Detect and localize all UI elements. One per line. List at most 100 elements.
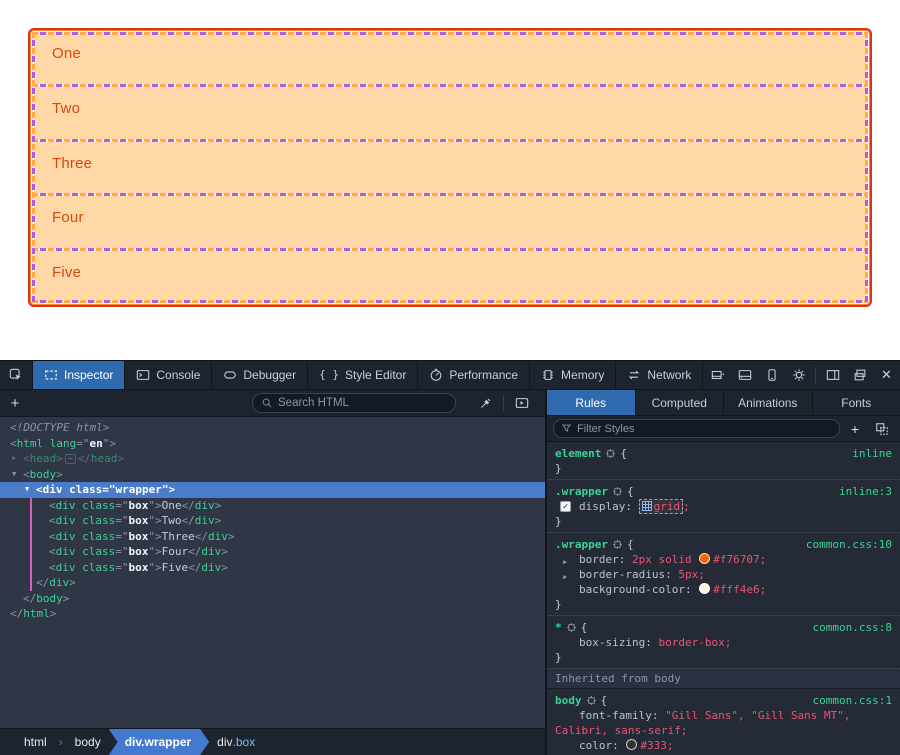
rule-source-link[interactable]: common.css:10	[806, 537, 892, 552]
css-declaration[interactable]: ▶border: 2px solid #f76707;	[555, 552, 892, 567]
separate-window-button[interactable]	[846, 361, 873, 389]
debugger-icon	[223, 368, 237, 382]
selector-target-icon[interactable]	[605, 448, 616, 459]
split-console-button[interactable]	[731, 361, 758, 389]
rule-source-link[interactable]: common.css:1	[813, 693, 892, 708]
rule-selector[interactable]: .wrapper	[555, 537, 608, 552]
box-element: Three	[32, 142, 868, 194]
rules-view[interactable]: element{inline}.wrapper{inline:3✓display…	[547, 442, 900, 755]
css-declaration[interactable]: ✓display: grid;	[555, 499, 892, 514]
collapsed-ellipsis-icon[interactable]: ⋯	[65, 454, 76, 464]
rule-selector[interactable]: .wrapper	[555, 484, 608, 499]
wrapper-element: OneTwoThreeFourFive	[28, 28, 872, 307]
sidebar-tab-animations[interactable]: Animations	[724, 390, 813, 415]
paint-flashing-button[interactable]	[507, 396, 537, 410]
gear-icon	[792, 368, 806, 382]
dock-side-button[interactable]	[819, 361, 846, 389]
breadcrumb-item-div-wrapper[interactable]: div.wrapper	[109, 729, 209, 755]
selector-target-icon[interactable]	[566, 622, 577, 633]
grid-rows: OneTwoThreeFourFive	[32, 32, 868, 303]
markup-line[interactable]: <!DOCTYPE html>	[0, 420, 545, 436]
rule-selector[interactable]: element	[555, 446, 601, 461]
rule-source-link[interactable]: inline:3	[839, 484, 892, 499]
responsive-design-mode-icon	[765, 368, 779, 382]
class-panel-button[interactable]	[870, 422, 894, 436]
dock-options-button[interactable]	[704, 361, 731, 389]
inspector-icon	[44, 368, 58, 382]
tab-network[interactable]: Network	[616, 361, 703, 389]
search-input[interactable]	[278, 397, 447, 409]
tab-performance[interactable]: Performance	[418, 361, 530, 389]
color-swatch[interactable]	[626, 739, 637, 750]
css-declaration[interactable]: color: #333;	[555, 738, 892, 753]
expander-icon[interactable]: ▶	[12, 451, 16, 467]
search-icon	[261, 397, 273, 409]
expander-icon[interactable]: ▼	[25, 482, 29, 498]
markup-line[interactable]: ▶<head>⋯</head>	[0, 451, 545, 467]
color-swatch[interactable]	[699, 583, 710, 594]
markup-line[interactable]: ▼<body>	[0, 467, 545, 483]
sidebar-tab-computed[interactable]: Computed	[636, 390, 725, 415]
rule-source-link[interactable]: inline	[852, 446, 892, 461]
tab-memory[interactable]: Memory	[530, 361, 616, 389]
search-html-box[interactable]	[252, 393, 456, 413]
add-node-button[interactable]: +	[0, 395, 30, 412]
box-label: Three	[52, 155, 92, 172]
box-label: One	[52, 45, 81, 62]
grid-value-icon[interactable]	[642, 501, 652, 511]
devtools-tabbar: InspectorConsoleDebugger{ }Style EditorP…	[0, 361, 900, 390]
markup-line[interactable]: </body>	[0, 591, 545, 607]
color-swatch[interactable]	[699, 553, 710, 564]
selector-target-icon[interactable]	[586, 695, 597, 706]
filter-row: +	[547, 416, 900, 442]
tab-debugger[interactable]: Debugger	[212, 361, 308, 389]
filter-styles-box[interactable]	[553, 419, 840, 438]
sidebar-tab-fonts[interactable]: Fonts	[813, 390, 900, 415]
markup-line[interactable]: ▼<div class="wrapper">	[0, 482, 545, 498]
filter-styles-input[interactable]	[577, 423, 832, 435]
devtools-panel: InspectorConsoleDebugger{ }Style EditorP…	[0, 360, 900, 753]
markup-line[interactable]: <div class="box">Three</div>	[0, 529, 545, 545]
css-rule: body{common.css:1font-family: "Gill Sans…	[547, 689, 900, 755]
markup-line[interactable]: <div class="box">Two</div>	[0, 513, 545, 529]
markup-view[interactable]: <!DOCTYPE html><html lang="en">▶<head>⋯<…	[0, 417, 545, 728]
inspector-left-pane: + <!DOCTYPE html><html lang="en">▶<head>…	[0, 390, 547, 755]
sidebar-tab-rules[interactable]: Rules	[547, 390, 636, 415]
rule-source-link[interactable]: common.css:8	[813, 620, 892, 635]
markup-line[interactable]: <html lang="en">	[0, 436, 545, 452]
memory-icon	[541, 368, 555, 382]
breadcrumb-item-html[interactable]: html	[14, 729, 57, 755]
tab-console[interactable]: Console	[125, 361, 212, 389]
inherited-from-header: Inherited from body	[547, 669, 900, 689]
selector-target-icon[interactable]	[612, 486, 623, 497]
eyedropper-button[interactable]	[470, 397, 500, 410]
responsive-design-mode-button[interactable]	[758, 361, 785, 389]
markup-line[interactable]: <div class="box">One</div>	[0, 498, 545, 514]
css-declaration[interactable]: background-color: #fff4e6;	[555, 582, 892, 597]
add-rule-button[interactable]: +	[844, 421, 866, 437]
tab-style-editor[interactable]: { }Style Editor	[308, 361, 418, 389]
separate-window-icon	[853, 368, 867, 382]
close-devtools-button[interactable]: ✕	[873, 361, 900, 389]
expander-icon[interactable]: ▼	[12, 467, 16, 483]
settings-button[interactable]	[785, 361, 812, 389]
breadcrumb-item-div-box[interactable]: div.box	[207, 729, 265, 755]
inspector-toolbar: +	[0, 390, 545, 417]
breadcrumb-item-body[interactable]: body	[65, 729, 111, 755]
declaration-checkbox[interactable]: ✓	[560, 501, 571, 512]
markup-line[interactable]: <div class="box">Five</div>	[0, 560, 545, 576]
markup-line[interactable]: </html>	[0, 606, 545, 622]
eyedropper-icon	[479, 397, 492, 410]
markup-line[interactable]: </div>	[0, 575, 545, 591]
selector-target-icon[interactable]	[612, 539, 623, 550]
rule-selector[interactable]: body	[555, 693, 582, 708]
css-declaration[interactable]: box-sizing: border-box;	[555, 635, 892, 650]
rule-selector[interactable]: *	[555, 620, 562, 635]
css-declaration[interactable]: ▶border-radius: 5px;	[555, 567, 892, 582]
box-element: Five	[32, 251, 868, 303]
markup-line[interactable]: <div class="box">Four</div>	[0, 544, 545, 560]
node-picker-button[interactable]	[0, 361, 33, 389]
css-declaration[interactable]: font-family: "Gill Sans", "Gill Sans MT"…	[555, 708, 892, 738]
tab-inspector[interactable]: Inspector	[33, 361, 125, 389]
box-element: Four	[32, 196, 868, 248]
